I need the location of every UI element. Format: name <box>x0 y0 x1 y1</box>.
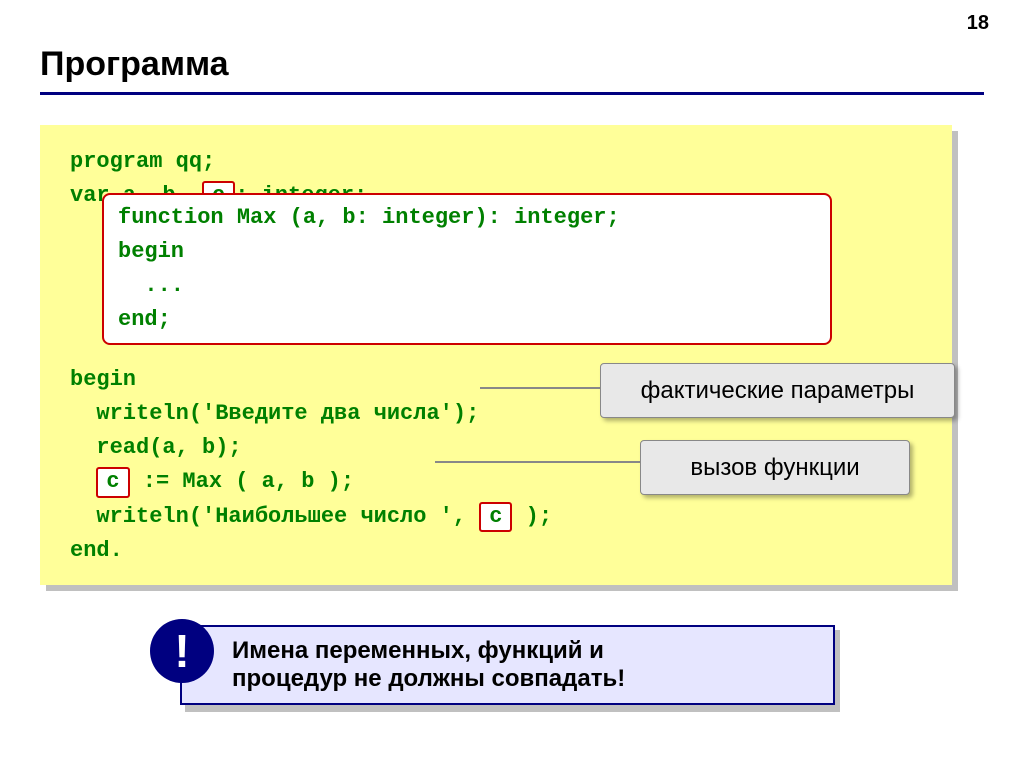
writeln2-prefix: writeln('Наибольшее число ', <box>70 504 479 529</box>
callout-params: фактические параметры <box>600 363 955 418</box>
exclamation-icon: ! <box>150 619 214 683</box>
note: ! Имена переменных, функций и процедур н… <box>180 625 860 705</box>
note-box: ! Имена переменных, функций и процедур н… <box>180 625 835 705</box>
code-line-writeln2: writeln('Наибольшее число ', c ); <box>70 500 922 534</box>
code-block: program qq; var a, b, c: integer; begin … <box>40 125 952 585</box>
writeln2-suffix: ); <box>512 504 552 529</box>
page-title: Программа <box>40 45 984 84</box>
func-line2: begin <box>118 235 816 269</box>
assign-c-highlight: c <box>96 467 129 497</box>
function-box: function Max (a, b: integer): integer; b… <box>102 193 832 345</box>
func-line4: end; <box>118 303 816 337</box>
func-line3: ... <box>118 269 816 303</box>
title-divider <box>40 92 984 95</box>
writeln2-c-highlight: c <box>479 502 512 532</box>
page-number: 18 <box>967 12 989 35</box>
code-line-end: end. <box>70 534 922 568</box>
code-area: program qq; var a, b, c: integer; begin … <box>40 125 984 585</box>
note-text-line2: процедур не должны совпадать! <box>232 665 817 693</box>
assign-rest: := Max ( a, b ); <box>130 469 354 494</box>
code-line-program: program qq; <box>70 145 922 179</box>
callout-call: вызов функции <box>640 440 910 495</box>
connector-params <box>480 387 600 389</box>
func-line1: function Max (a, b: integer): integer; <box>118 201 816 235</box>
note-text-line1: Имена переменных, функций и <box>232 637 817 665</box>
connector-call <box>435 461 640 463</box>
